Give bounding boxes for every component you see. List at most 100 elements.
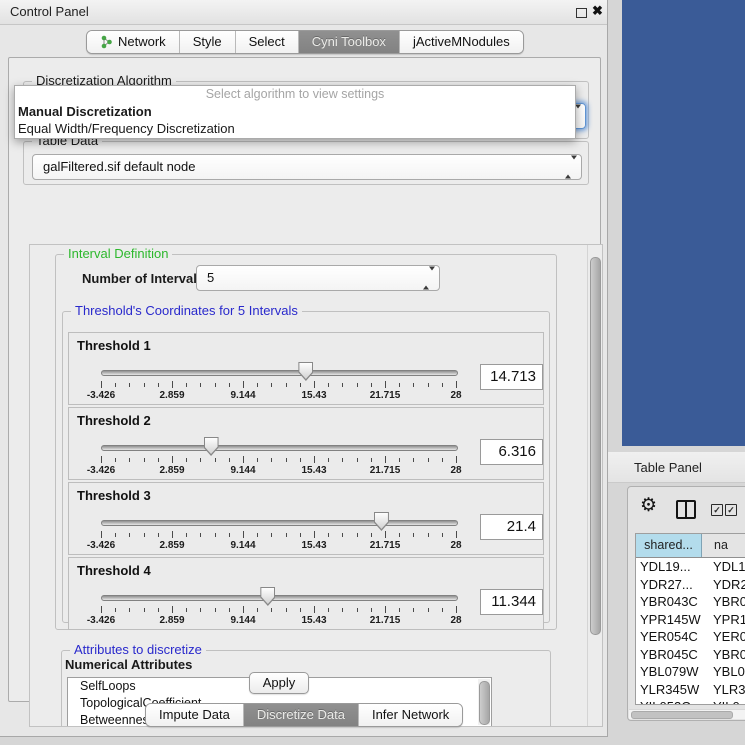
threshold-value-field[interactable]: 6.316 — [480, 439, 543, 465]
table-panel-titlebar: Table Panel — [608, 452, 745, 483]
major-tick — [456, 381, 457, 388]
table-data-combobox-value: galFiltered.sif default node — [43, 155, 195, 179]
table-data-combobox[interactable]: galFiltered.sif default node — [32, 154, 582, 180]
table-row[interactable]: YLR345WYLR3 — [636, 681, 745, 699]
slider-track[interactable] — [101, 370, 458, 376]
slider-thumb[interactable] — [374, 512, 389, 531]
minor-tick — [186, 458, 187, 462]
major-tick — [101, 606, 102, 613]
major-tick — [101, 531, 102, 538]
attributes-scrollbar[interactable] — [478, 679, 490, 725]
minor-tick — [342, 533, 343, 537]
control-panel-title: Control Panel — [10, 4, 89, 19]
checkbox-icon[interactable]: ✓ — [725, 504, 737, 516]
table-row[interactable]: YIL052CYIL0 — [636, 698, 745, 705]
minor-tick — [186, 608, 187, 612]
table-row[interactable]: YDR27...YDR2 — [636, 576, 745, 594]
table-row[interactable]: YBR043CYBR0 — [636, 593, 745, 611]
threshold-value-field[interactable]: 21.4 — [480, 514, 543, 540]
cell-name: YLR3 — [706, 681, 745, 699]
threshold-panel-2: Threshold 2-3.4262.8599.14415.4321.71528… — [68, 407, 544, 480]
cell-shared-name: YBR043C — [636, 593, 706, 611]
major-tick — [456, 531, 457, 538]
tab-label: Impute Data — [159, 707, 230, 722]
settings-scrollbar[interactable] — [587, 245, 602, 726]
combo-arrows-icon — [565, 160, 573, 175]
apply-button[interactable]: Apply — [249, 672, 309, 694]
minor-tick — [115, 458, 116, 462]
tab-network[interactable]: Network — [87, 31, 179, 53]
minor-tick — [229, 383, 230, 387]
table-row[interactable]: YBR045CYBR0 — [636, 646, 745, 664]
major-tick — [385, 456, 386, 463]
threshold-panel-3: Threshold 3-3.4262.8599.14415.4321.71528… — [68, 482, 544, 555]
tab-cyni-toolbox[interactable]: Cyni Toolbox — [298, 31, 399, 53]
popup-item-manual-discretization[interactable]: Manual Discretization — [15, 103, 575, 120]
slider-thumb[interactable] — [260, 587, 275, 606]
tick-label: 28 — [450, 465, 461, 476]
checkbox-icon[interactable]: ✓ — [711, 504, 723, 516]
table-row[interactable]: YPR145WYPR1 — [636, 611, 745, 629]
cell-name: YBR0 — [706, 646, 745, 664]
tick-label: -3.426 — [87, 465, 115, 476]
table-row[interactable]: YER054CYER0 — [636, 628, 745, 646]
threshold-value-field[interactable]: 11.344 — [480, 589, 543, 615]
tab-label: Cyni Toolbox — [312, 34, 386, 49]
tab-label: jActiveMNodules — [413, 34, 510, 49]
tick-label: 2.859 — [159, 615, 184, 626]
minor-tick — [129, 608, 130, 612]
minor-tick — [371, 608, 372, 612]
minor-tick — [257, 458, 258, 462]
bottom-tab-discretize-data[interactable]: Discretize Data — [243, 704, 358, 726]
table-hscrollbar[interactable] — [629, 709, 745, 719]
table-row[interactable]: YDL19...YDL1 — [636, 558, 745, 576]
tab-jactivemnodules[interactable]: jActiveMNodules — [399, 31, 523, 53]
slider-track[interactable] — [101, 520, 458, 526]
num-intervals-label: Number of Intervals — [82, 271, 204, 286]
settings-scrollbar-thumb[interactable] — [590, 257, 601, 635]
control-panel-titlebar: Control Panel ✖ — [0, 0, 607, 25]
minor-tick — [158, 383, 159, 387]
bottom-tab-impute-data[interactable]: Impute Data — [146, 704, 243, 726]
tick-label: 9.144 — [230, 540, 255, 551]
major-tick — [243, 381, 244, 388]
minor-tick — [413, 383, 414, 387]
table-row[interactable]: YBL079WYBL0 — [636, 663, 745, 681]
minor-tick — [300, 533, 301, 537]
major-tick — [243, 531, 244, 538]
tab-select[interactable]: Select — [235, 31, 298, 53]
tick-label: 28 — [450, 540, 461, 551]
tab-style[interactable]: Style — [179, 31, 235, 53]
major-tick — [385, 606, 386, 613]
close-icon[interactable]: ✖ — [592, 3, 603, 19]
cell-name: YDL1 — [706, 558, 745, 576]
table-hscrollbar-thumb[interactable] — [631, 711, 733, 719]
split-columns-icon[interactable] — [676, 500, 696, 519]
threshold-label: Threshold 3 — [77, 488, 151, 503]
slider-thumb[interactable] — [298, 362, 313, 381]
popup-item-select-algorithm-to-view-settings[interactable]: Select algorithm to view settings — [15, 86, 575, 103]
slider-track[interactable] — [101, 595, 458, 601]
bottom-tab-infer-network[interactable]: Infer Network — [358, 704, 462, 726]
num-intervals-combobox[interactable]: 5 — [196, 265, 440, 291]
tick-label: 9.144 — [230, 465, 255, 476]
column-header-na[interactable]: na — [702, 534, 745, 557]
minor-tick — [357, 533, 358, 537]
threshold-value-field[interactable]: 14.713 — [480, 364, 543, 390]
column-header-shared[interactable]: shared... — [636, 534, 702, 557]
combo-arrows-icon — [423, 271, 431, 286]
float-window-icon[interactable] — [576, 8, 587, 18]
algorithm-popup: Select algorithm to view settingsManual … — [14, 85, 576, 139]
major-tick — [243, 606, 244, 613]
slider-track[interactable] — [101, 445, 458, 451]
attributes-scrollbar-thumb[interactable] — [479, 681, 490, 725]
minor-tick — [158, 533, 159, 537]
minor-tick — [286, 608, 287, 612]
major-tick — [385, 531, 386, 538]
tick-label: 2.859 — [159, 540, 184, 551]
minor-tick — [158, 458, 159, 462]
major-tick — [456, 606, 457, 613]
gear-icon[interactable]: ⚙ — [640, 496, 657, 515]
slider-thumb[interactable] — [204, 437, 219, 456]
popup-item-equal-width-frequency-discretization[interactable]: Equal Width/Frequency Discretization — [15, 120, 575, 137]
